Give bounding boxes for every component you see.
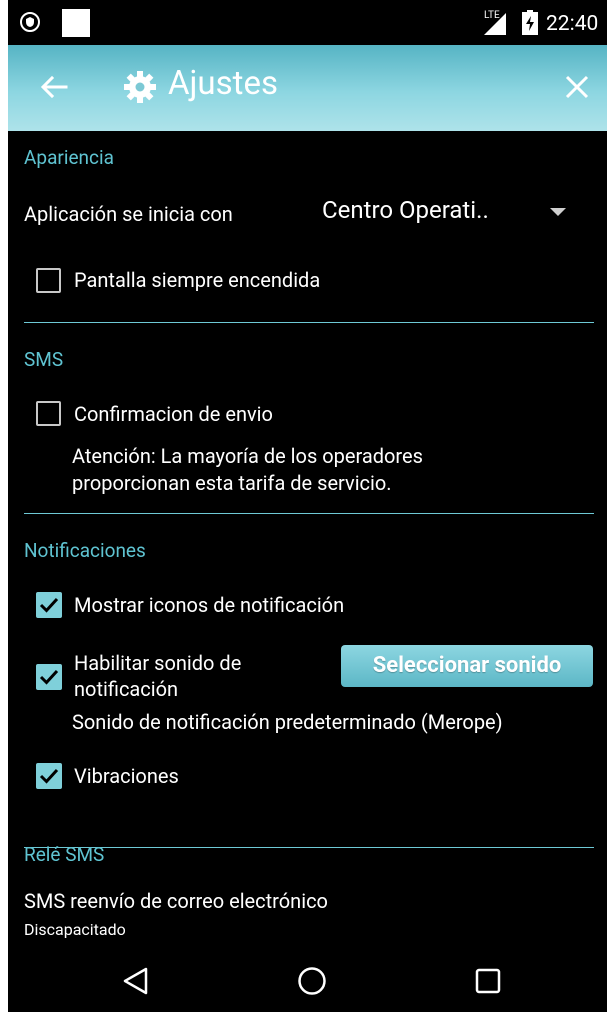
startup-dropdown-value[interactable]: Centro Operati..	[322, 196, 489, 224]
divider	[24, 847, 594, 848]
checkmark-icon	[39, 597, 59, 613]
checkmark-icon	[39, 768, 59, 784]
nav-recents-icon[interactable]	[475, 968, 501, 994]
section-header-sms: SMS	[24, 348, 64, 371]
shield-icon	[20, 12, 40, 32]
notification-sound-label-line2[interactable]: notificación	[74, 677, 178, 701]
dropdown-arrow-icon[interactable]	[550, 208, 566, 216]
sms-note-line2: proporcionan esta tarifa de servicio.	[72, 471, 392, 495]
nav-home-icon[interactable]	[297, 966, 327, 996]
network-type: LTE	[484, 10, 500, 21]
screen-on-label[interactable]: Pantalla siempre encendida	[74, 268, 320, 292]
battery-icon	[522, 10, 538, 35]
sms-note-line1: Atención: La mayoría de los operadores	[72, 444, 423, 468]
confirm-send-label[interactable]: Confirmacion de envio	[74, 402, 273, 426]
notification-sound-checkbox[interactable]	[36, 664, 62, 690]
select-sound-button[interactable]: Seleccionar sonido	[341, 645, 593, 687]
nav-back-icon[interactable]	[121, 966, 149, 996]
back-arrow-icon[interactable]	[36, 69, 72, 105]
screen-on-checkbox[interactable]	[36, 268, 61, 293]
close-icon[interactable]	[561, 71, 593, 103]
navigation-bar	[8, 948, 607, 1012]
startup-label: Aplicación se inicia con	[24, 202, 233, 226]
section-header-rele-sms: Relé SMS	[24, 843, 105, 866]
action-bar: Ajustes	[8, 45, 607, 131]
show-icons-checkbox[interactable]	[36, 592, 62, 618]
clock: 22:40	[546, 12, 599, 36]
sms-forward-status: Discapacitado	[24, 920, 126, 939]
section-header-notificaciones: Notificaciones	[24, 539, 146, 562]
status-bar: LTE 22:40	[8, 0, 607, 45]
vibration-label[interactable]: Vibraciones	[74, 764, 179, 788]
divider	[24, 322, 594, 323]
confirm-send-checkbox[interactable]	[36, 401, 61, 426]
notification-sound-label-line1[interactable]: Habilitar sonido de	[74, 651, 241, 675]
phone-screen: LTE 22:40 Ajustes Apariencia Aplicación …	[8, 0, 607, 1012]
gear-icon	[124, 71, 156, 103]
section-header-apariencia: Apariencia	[24, 146, 114, 169]
divider	[24, 513, 594, 514]
page-title: Ajustes	[168, 64, 278, 103]
default-sound-text: Sonido de notificación predeterminado (M…	[72, 710, 503, 734]
notification-placeholder-icon	[62, 9, 90, 37]
checkmark-icon	[39, 669, 59, 685]
sms-forward-label[interactable]: SMS reenvío de correo electrónico	[24, 889, 328, 913]
show-icons-label[interactable]: Mostrar iconos de notificación	[74, 593, 344, 617]
vibration-checkbox[interactable]	[36, 763, 62, 789]
